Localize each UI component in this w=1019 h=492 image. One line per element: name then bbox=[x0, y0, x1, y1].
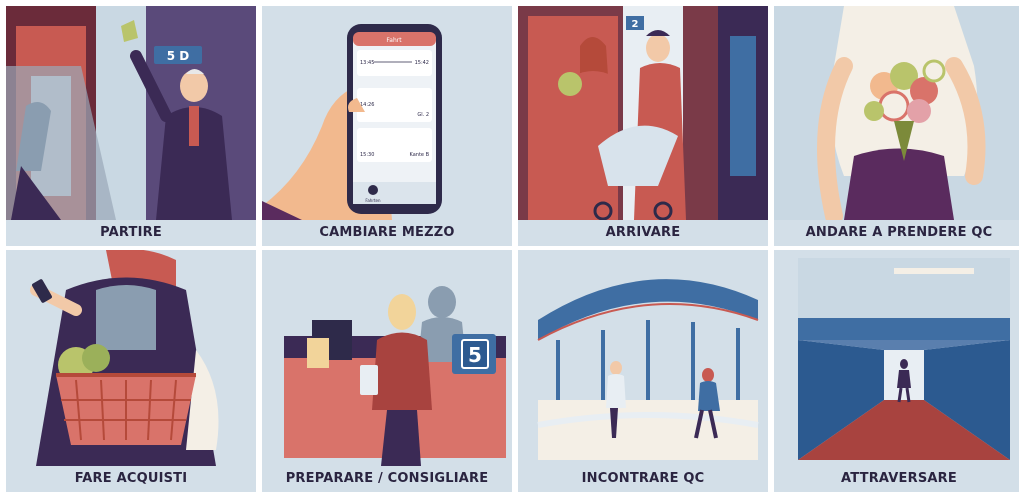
tile-label: PREPARARE / CONSIGLIARE bbox=[262, 466, 512, 492]
tile-fare-acquisti[interactable]: FARE ACQUISTI bbox=[6, 250, 256, 492]
tile-label: CAMBIARE MEZZO bbox=[262, 220, 512, 246]
phone-row1-platform: Gl. 2 bbox=[417, 112, 429, 118]
illustration-meeting-station bbox=[518, 250, 768, 466]
illustration-flowers-behind-back bbox=[774, 6, 1019, 220]
tile-cambiare-mezzo[interactable]: Fahrt 13:45 15:42 14:26 Gl. 2 15:30 Kant… bbox=[262, 6, 512, 246]
illustration-ticket-counter: 5 bbox=[262, 250, 512, 466]
phone-row2-time: 15:30 bbox=[360, 152, 374, 158]
illustration-phone-timetable: Fahrt 13:45 15:42 14:26 Gl. 2 15:30 Kant… bbox=[262, 6, 512, 220]
tile-attraversare[interactable]: ATTRAVERSARE bbox=[774, 250, 1019, 492]
tile-label: FARE ACQUISTI bbox=[6, 466, 256, 492]
phone-time-to: 15:42 bbox=[415, 60, 429, 66]
track-number: 2 bbox=[632, 19, 639, 30]
tile-label: ATTRAVERSARE bbox=[774, 466, 1019, 492]
tile-arrivare[interactable]: 2 ARRIVARE bbox=[518, 6, 768, 246]
tile-label: PARTIRE bbox=[6, 220, 256, 246]
phone-row2-platform: Kante B bbox=[410, 152, 430, 158]
phone-header: Fahrt bbox=[386, 37, 402, 44]
tile-label: ARRIVARE bbox=[518, 220, 768, 246]
phone-time-from: 13:45 bbox=[360, 60, 374, 66]
phone-nav-label: Fahrten bbox=[365, 198, 381, 203]
tile-label: ANDARE A PRENDERE QC bbox=[774, 220, 1019, 246]
illustration-shopping-basket bbox=[6, 250, 256, 466]
activity-grid: 5 D PARTIRE Fahrt 13:45 15:42 14:26 Gl. … bbox=[0, 0, 1019, 492]
tile-preparare[interactable]: 5 PREPARARE / CONSIGLIARE bbox=[262, 250, 512, 492]
tile-partire[interactable]: 5 D PARTIRE bbox=[6, 6, 256, 246]
counter-number: 5 bbox=[468, 343, 482, 367]
illustration-departing: 5 D bbox=[6, 6, 256, 220]
platform-sign: 5 D bbox=[167, 49, 190, 63]
illustration-underpass bbox=[774, 250, 1019, 466]
illustration-arriving-family: 2 bbox=[518, 6, 768, 220]
tile-andare-a-prendere[interactable]: ANDARE A PRENDERE QC bbox=[774, 6, 1019, 246]
tile-incontrare[interactable]: INCONTRARE QC bbox=[518, 250, 768, 492]
tile-label: INCONTRARE QC bbox=[518, 466, 768, 492]
